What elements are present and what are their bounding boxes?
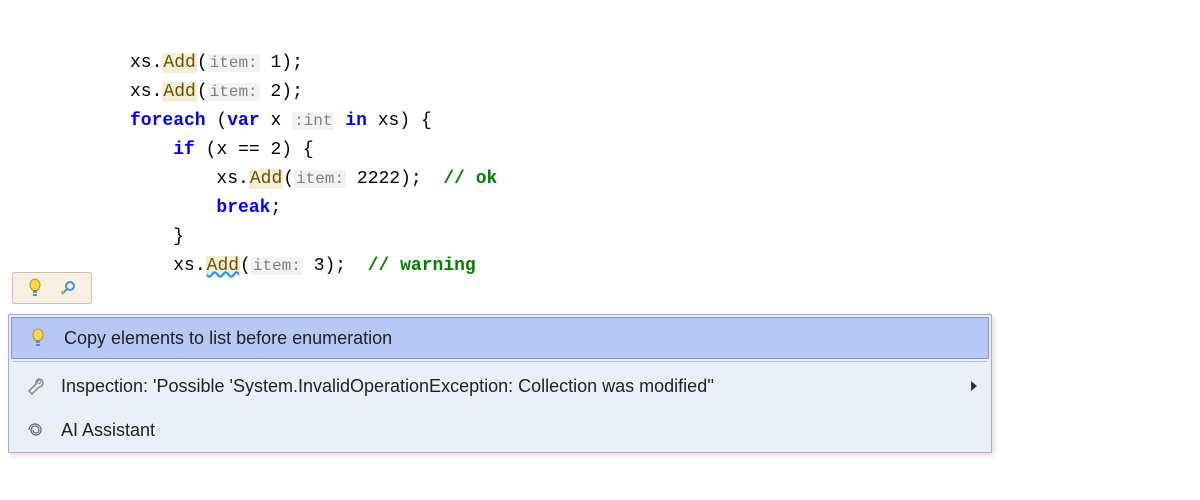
parameter-hint: item:	[208, 54, 260, 72]
code-token: xs	[130, 53, 152, 73]
menu-item-inspection[interactable]: Inspection: 'Possible 'System.InvalidOpe…	[9, 364, 991, 408]
wrench-icon	[19, 377, 51, 395]
spiral-icon	[19, 421, 51, 439]
lightbulb-icon	[22, 328, 54, 348]
menu-item-label: Inspection: 'Possible 'System.InvalidOpe…	[61, 376, 963, 397]
menu-item-copy-elements[interactable]: Copy elements to list before enumeration	[11, 317, 989, 359]
menu-item-label: AI Assistant	[61, 420, 977, 441]
code-editor[interactable]: xs.Add(item: 1); xs.Add(item: 2); foreac…	[0, 0, 1200, 281]
refactor-icon	[59, 279, 77, 297]
code-method: Add	[162, 53, 196, 73]
menu-separator	[13, 361, 987, 362]
quick-actions-menu: Copy elements to list before enumeration…	[8, 314, 992, 453]
lightbulb-icon	[27, 278, 43, 298]
menu-item-label: Copy elements to list before enumeration	[64, 328, 974, 349]
quick-actions-gutter[interactable]	[12, 272, 92, 304]
code-method-warning[interactable]: Add	[206, 256, 240, 276]
chevron-right-icon	[971, 381, 977, 391]
menu-item-ai-assistant[interactable]: AI Assistant	[9, 408, 991, 452]
